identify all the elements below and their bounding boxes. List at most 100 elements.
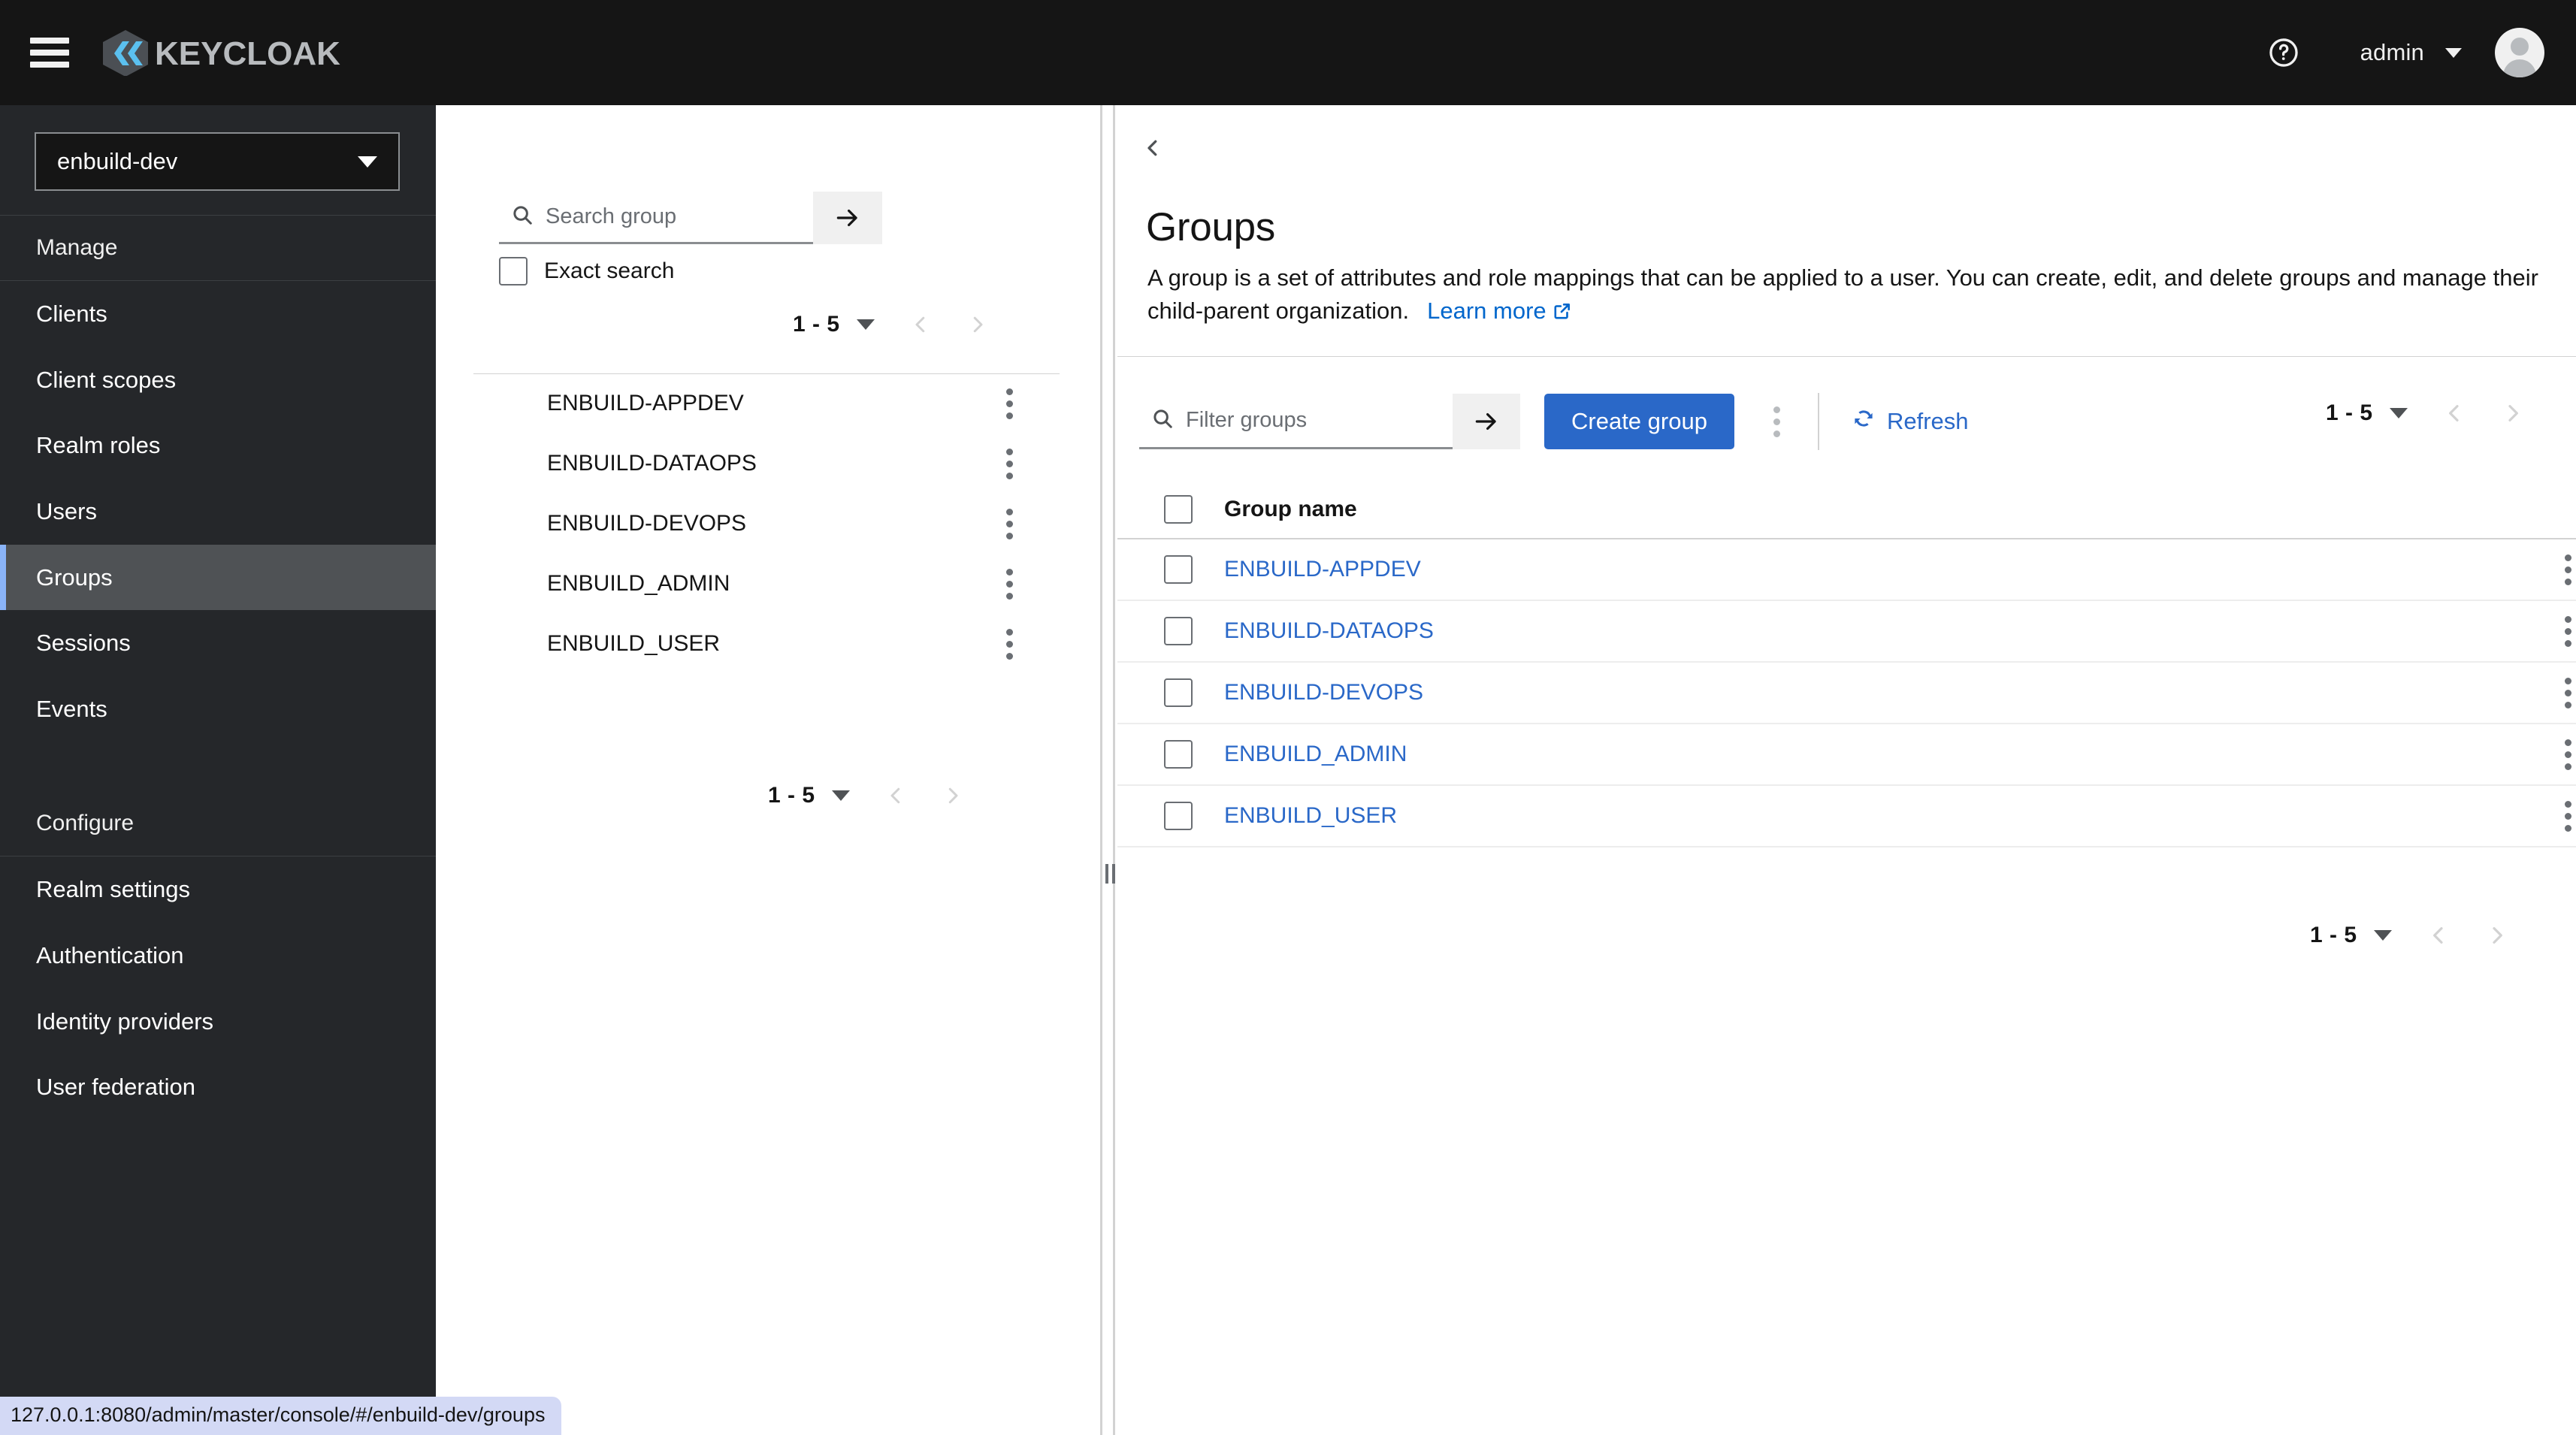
row-checkbox[interactable] xyxy=(1164,740,1193,769)
refresh-button[interactable]: Refresh xyxy=(1851,406,1969,437)
exact-search-checkbox[interactable] xyxy=(499,257,528,285)
tree-item-label: ENBUILD-DATAOPS xyxy=(547,451,757,476)
table-row[interactable]: ENBUILD-APPDEV xyxy=(1117,539,2576,601)
table-header-row: Group name xyxy=(1117,481,2576,539)
group-tree-panel xyxy=(436,105,1100,1435)
realm-selector[interactable]: enbuild-dev xyxy=(35,132,400,191)
caret-down-icon[interactable] xyxy=(2373,930,2392,941)
caret-down-icon[interactable] xyxy=(856,319,875,330)
tree-search-submit-button[interactable] xyxy=(813,192,882,244)
chevron-right-icon[interactable] xyxy=(2501,401,2525,425)
back-button[interactable] xyxy=(1141,137,1164,163)
user-menu[interactable]: admin xyxy=(2360,39,2462,66)
realm-selector-wrap: enbuild-dev xyxy=(0,105,436,215)
panel-resize-splitter[interactable] xyxy=(1100,105,1115,1435)
kebab-menu-icon[interactable] xyxy=(2556,609,2576,654)
status-bar-url: 127.0.0.1:8080/admin/master/console/#/en… xyxy=(0,1397,562,1435)
sidebar-item-client-scopes[interactable]: Client scopes xyxy=(0,347,436,413)
masthead-actions: admin xyxy=(2260,28,2576,77)
kebab-menu-icon[interactable] xyxy=(997,381,1022,427)
chevron-left-icon[interactable] xyxy=(884,784,907,807)
external-link-icon xyxy=(1553,297,1572,330)
chevron-left-icon[interactable] xyxy=(2442,401,2466,425)
sidebar-item-clients[interactable]: Clients xyxy=(0,281,436,347)
nav-section-manage-title: Manage xyxy=(0,215,436,281)
search-icon xyxy=(511,204,534,230)
chevron-right-icon[interactable] xyxy=(966,313,989,336)
tree-item-label: ENBUILD_ADMIN xyxy=(547,571,730,596)
table-pagination-top: 1 - 5 xyxy=(2326,400,2525,426)
row-checkbox[interactable] xyxy=(1164,678,1193,707)
masthead: KEYCLOAK admin xyxy=(0,0,2576,105)
refresh-label: Refresh xyxy=(1886,408,1969,434)
caret-down-icon xyxy=(358,156,377,168)
kebab-menu-icon[interactable] xyxy=(997,501,1022,547)
row-checkbox[interactable] xyxy=(1164,555,1193,584)
caret-down-icon[interactable] xyxy=(831,790,850,801)
tree-search-input-area[interactable]: Search group xyxy=(499,192,813,244)
learn-more-link[interactable]: Learn more xyxy=(1427,298,1572,324)
page-description: A group is a set of attributes and role … xyxy=(1147,261,2560,330)
select-all-checkbox[interactable] xyxy=(1164,495,1193,524)
kebab-menu-icon[interactable] xyxy=(997,441,1022,487)
keycloak-logo[interactable]: KEYCLOAK xyxy=(101,0,341,105)
group-link[interactable]: ENBUILD-DATAOPS xyxy=(1224,618,1434,644)
chevron-right-icon[interactable] xyxy=(2485,923,2509,947)
sidebar-item-identity-providers[interactable]: Identity providers xyxy=(0,989,436,1055)
group-link[interactable]: ENBUILD-APPDEV xyxy=(1224,557,1421,582)
sidebar-item-groups[interactable]: Groups xyxy=(0,544,436,611)
create-group-button[interactable]: Create group xyxy=(1544,394,1734,449)
row-checkbox[interactable] xyxy=(1164,802,1193,830)
table-row[interactable]: ENBUILD-DEVOPS xyxy=(1117,663,2576,724)
table-row[interactable]: ENBUILD_ADMIN xyxy=(1117,724,2576,786)
user-avatar-icon[interactable] xyxy=(2495,28,2544,77)
kebab-menu-icon[interactable] xyxy=(997,621,1022,667)
tree-list-item[interactable]: ENBUILD-APPDEV xyxy=(473,373,1060,434)
table-row[interactable]: ENBUILD_USER xyxy=(1117,786,2576,847)
group-link[interactable]: ENBUILD_ADMIN xyxy=(1224,742,1407,767)
sidebar-item-realm-settings[interactable]: Realm settings xyxy=(0,856,436,923)
hamburger-menu-icon[interactable] xyxy=(30,38,69,68)
user-name-label: admin xyxy=(2360,39,2424,65)
page-title: Groups xyxy=(1146,205,1276,249)
kebab-menu-icon[interactable] xyxy=(2556,732,2576,778)
kebab-menu-icon[interactable] xyxy=(2556,547,2576,593)
kebab-menu-icon[interactable] xyxy=(2556,670,2576,716)
sidebar-item-events[interactable]: Events xyxy=(0,676,436,742)
sidebar-item-sessions[interactable]: Sessions xyxy=(0,610,436,676)
kebab-menu-icon[interactable] xyxy=(997,561,1022,607)
tree-list-item[interactable]: ENBUILD_USER xyxy=(473,614,1060,674)
tree-search-box: Search group xyxy=(499,192,882,244)
sidebar-item-users[interactable]: Users xyxy=(0,479,436,545)
kebab-menu-icon[interactable] xyxy=(2556,793,2576,839)
sidebar-item-authentication[interactable]: Authentication xyxy=(0,923,436,989)
filter-groups-input[interactable]: Filter groups xyxy=(1139,394,1453,449)
tree-list-item[interactable]: ENBUILD-DEVOPS xyxy=(473,494,1060,554)
nav-section-configure-title: Configure xyxy=(0,791,436,857)
sync-refresh-icon xyxy=(1851,406,1876,437)
learn-more-label: Learn more xyxy=(1427,298,1547,325)
sidebar-item-user-federation[interactable]: User federation xyxy=(0,1054,436,1120)
sidebar-item-realm-roles[interactable]: Realm roles xyxy=(0,412,436,479)
tree-list-item[interactable]: ENBUILD-DATAOPS xyxy=(473,434,1060,494)
chevron-left-icon[interactable] xyxy=(2426,923,2451,947)
chevron-left-icon[interactable] xyxy=(909,313,932,336)
splitter-grip-icon[interactable] xyxy=(1105,864,1115,884)
exact-search-label: Exact search xyxy=(544,258,675,283)
chevron-right-icon[interactable] xyxy=(942,784,964,807)
tree-list-item[interactable]: ENBUILD_ADMIN xyxy=(473,554,1060,614)
groups-table: Group name ENBUILD-APPDEV ENBUILD-DATAOP… xyxy=(1117,481,2576,847)
header-divider xyxy=(1117,356,2576,357)
table-row[interactable]: ENBUILD-DATAOPS xyxy=(1117,601,2576,663)
caret-down-icon[interactable] xyxy=(2389,408,2408,418)
filter-groups-submit-button[interactable] xyxy=(1453,394,1520,449)
kebab-menu-icon[interactable] xyxy=(1764,399,1789,445)
table-toolbar: Filter groups Create group Refresh xyxy=(1139,393,1969,450)
group-tree-list: ENBUILD-APPDEV ENBUILD-DATAOPS ENBUILD-D… xyxy=(473,373,1060,674)
help-circle-icon[interactable] xyxy=(2260,29,2308,77)
row-checkbox[interactable] xyxy=(1164,617,1193,645)
group-link[interactable]: ENBUILD-DEVOPS xyxy=(1224,680,1423,705)
group-link[interactable]: ENBUILD_USER xyxy=(1224,803,1397,829)
filter-groups-box: Filter groups xyxy=(1139,394,1520,449)
